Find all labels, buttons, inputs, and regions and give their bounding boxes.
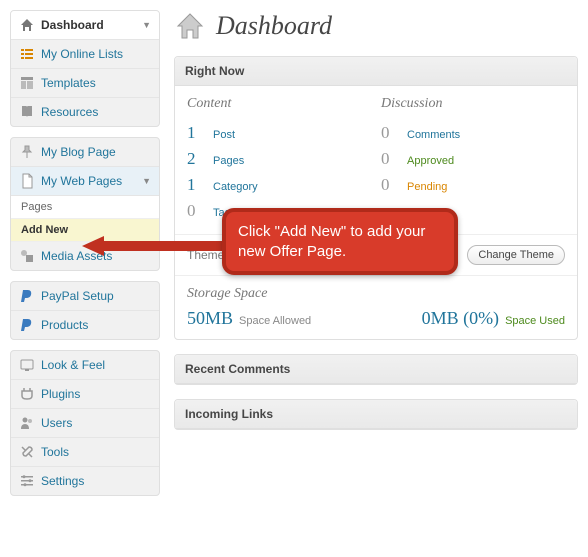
sidebar-label: Settings (41, 474, 84, 488)
sidebar-item-look-feel[interactable]: Look & Feel (11, 351, 159, 380)
panel-header[interactable]: Recent Comments (175, 355, 577, 384)
home-icon (19, 17, 35, 33)
sidebar-label: Dashboard (41, 18, 104, 32)
tools-icon (19, 444, 35, 460)
sidebar-label: Templates (41, 76, 96, 90)
sidebar-item-blog-page[interactable]: My Blog Page (11, 138, 159, 167)
sidebar-item-plugins[interactable]: Plugins (11, 380, 159, 409)
stat-num: 0 (381, 123, 399, 143)
sidebar-item-web-pages[interactable]: My Web Pages ▼ (11, 167, 159, 196)
sidebar-item-tools[interactable]: Tools (11, 438, 159, 467)
stat-row: 0 Pending (381, 172, 565, 198)
stat-row: 0 Approved (381, 146, 565, 172)
sidebar-label: Products (41, 318, 88, 332)
panel-right-now: Right Now Content 1 Post 2 Pages 1 Category… (174, 56, 578, 340)
sidebar-item-paypal-setup[interactable]: PayPal Setup (11, 282, 159, 311)
sidebar-label: Look & Feel (41, 358, 105, 372)
stat-num: 1 (187, 175, 205, 195)
stat-num: 1 (187, 123, 205, 143)
list-icon (19, 46, 35, 62)
callout-text: Click "Add New" to add your new Offer Pa… (238, 223, 425, 260)
sidebar-item-online-lists[interactable]: My Online Lists (11, 40, 159, 69)
stat-row: 1 Post (187, 120, 371, 146)
sidebar-item-settings[interactable]: Settings (11, 467, 159, 495)
panel-header: Right Now (175, 57, 577, 86)
stat-num: 0 (381, 175, 399, 195)
panel-header[interactable]: Incoming Links (175, 400, 577, 429)
sidebar-label: PayPal Setup (41, 289, 114, 303)
sidebar-label: Resources (41, 105, 98, 119)
sidebar-item-products[interactable]: Products (11, 311, 159, 339)
stat-num: 2 (187, 149, 205, 169)
page-header: Dashboard (174, 10, 578, 42)
plugin-icon (19, 386, 35, 402)
discussion-heading: Discussion (381, 96, 565, 112)
sidebar-item-resources[interactable]: Resources (11, 98, 159, 126)
stat-row: 2 Pages (187, 146, 371, 172)
sidebar-label: Users (41, 416, 72, 430)
stat-row: 1 Category (187, 172, 371, 198)
discussion-column: Discussion 0 Comments 0 Approved 0 Pending (381, 96, 565, 224)
menu-group-1: Dashboard ▼ My Online Lists Templates Re… (10, 10, 160, 127)
home-large-icon (174, 10, 206, 42)
users-icon (19, 415, 35, 431)
book-icon (19, 104, 35, 120)
template-icon (19, 75, 35, 91)
sidebar-item-templates[interactable]: Templates (11, 69, 159, 98)
instruction-callout: Click "Add New" to add your new Offer Pa… (222, 208, 458, 275)
sidebar-label: My Online Lists (41, 47, 123, 61)
media-icon (19, 248, 35, 264)
panel-recent-comments: Recent Comments (174, 354, 578, 385)
menu-group-3: PayPal Setup Products (10, 281, 160, 340)
stat-link-comments[interactable]: Comments (407, 129, 460, 141)
stat-link-pages[interactable]: Pages (213, 155, 244, 167)
storage-heading: Storage Space (187, 286, 565, 302)
stat-link-pending[interactable]: Pending (407, 181, 447, 193)
pin-icon (19, 144, 35, 160)
stat-num: 0 (381, 149, 399, 169)
stat-row: 0 Comments (381, 120, 565, 146)
callout-arrow-icon (82, 236, 232, 256)
settings-icon (19, 473, 35, 489)
sidebar-label: Tools (41, 445, 69, 459)
stat-link-post[interactable]: Post (213, 129, 235, 141)
content-column: Content 1Post 2Pages 1Category 0Tags (187, 96, 371, 224)
storage-allowed-label: Space Allowed (239, 315, 311, 327)
sidebar: Dashboard ▼ My Online Lists Templates Re… (10, 10, 160, 506)
storage-row: 50MB Space Allowed 0MB (0%) Space Used (187, 308, 565, 329)
stat-num: 0 (187, 201, 205, 221)
panel-incoming-links: Incoming Links (174, 399, 578, 430)
sidebar-label: Plugins (41, 387, 80, 401)
sidebar-label: My Web Pages (41, 174, 122, 188)
page-icon (19, 173, 35, 189)
menu-group-4: Look & Feel Plugins Users Tools Settings (10, 350, 160, 496)
sidebar-label: My Blog Page (41, 145, 116, 159)
content-heading: Content (187, 96, 371, 112)
stat-link-category[interactable]: Category (213, 181, 258, 193)
paypal-icon (19, 317, 35, 333)
storage-used-value: 0MB (0%) (422, 308, 500, 329)
sidebar-item-dashboard[interactable]: Dashboard ▼ (11, 11, 159, 40)
stat-link-approved[interactable]: Approved (407, 155, 454, 167)
chevron-down-icon: ▼ (142, 20, 151, 30)
sidebar-item-users[interactable]: Users (11, 409, 159, 438)
storage-allowed-value: 50MB (187, 308, 233, 329)
page-title: Dashboard (216, 11, 332, 41)
chevron-down-icon: ▼ (142, 176, 151, 186)
storage-used-label: Space Used (505, 315, 565, 327)
appearance-icon (19, 357, 35, 373)
change-theme-button[interactable]: Change Theme (467, 245, 565, 265)
submenu-item-pages[interactable]: Pages (11, 196, 159, 219)
paypal-icon (19, 288, 35, 304)
